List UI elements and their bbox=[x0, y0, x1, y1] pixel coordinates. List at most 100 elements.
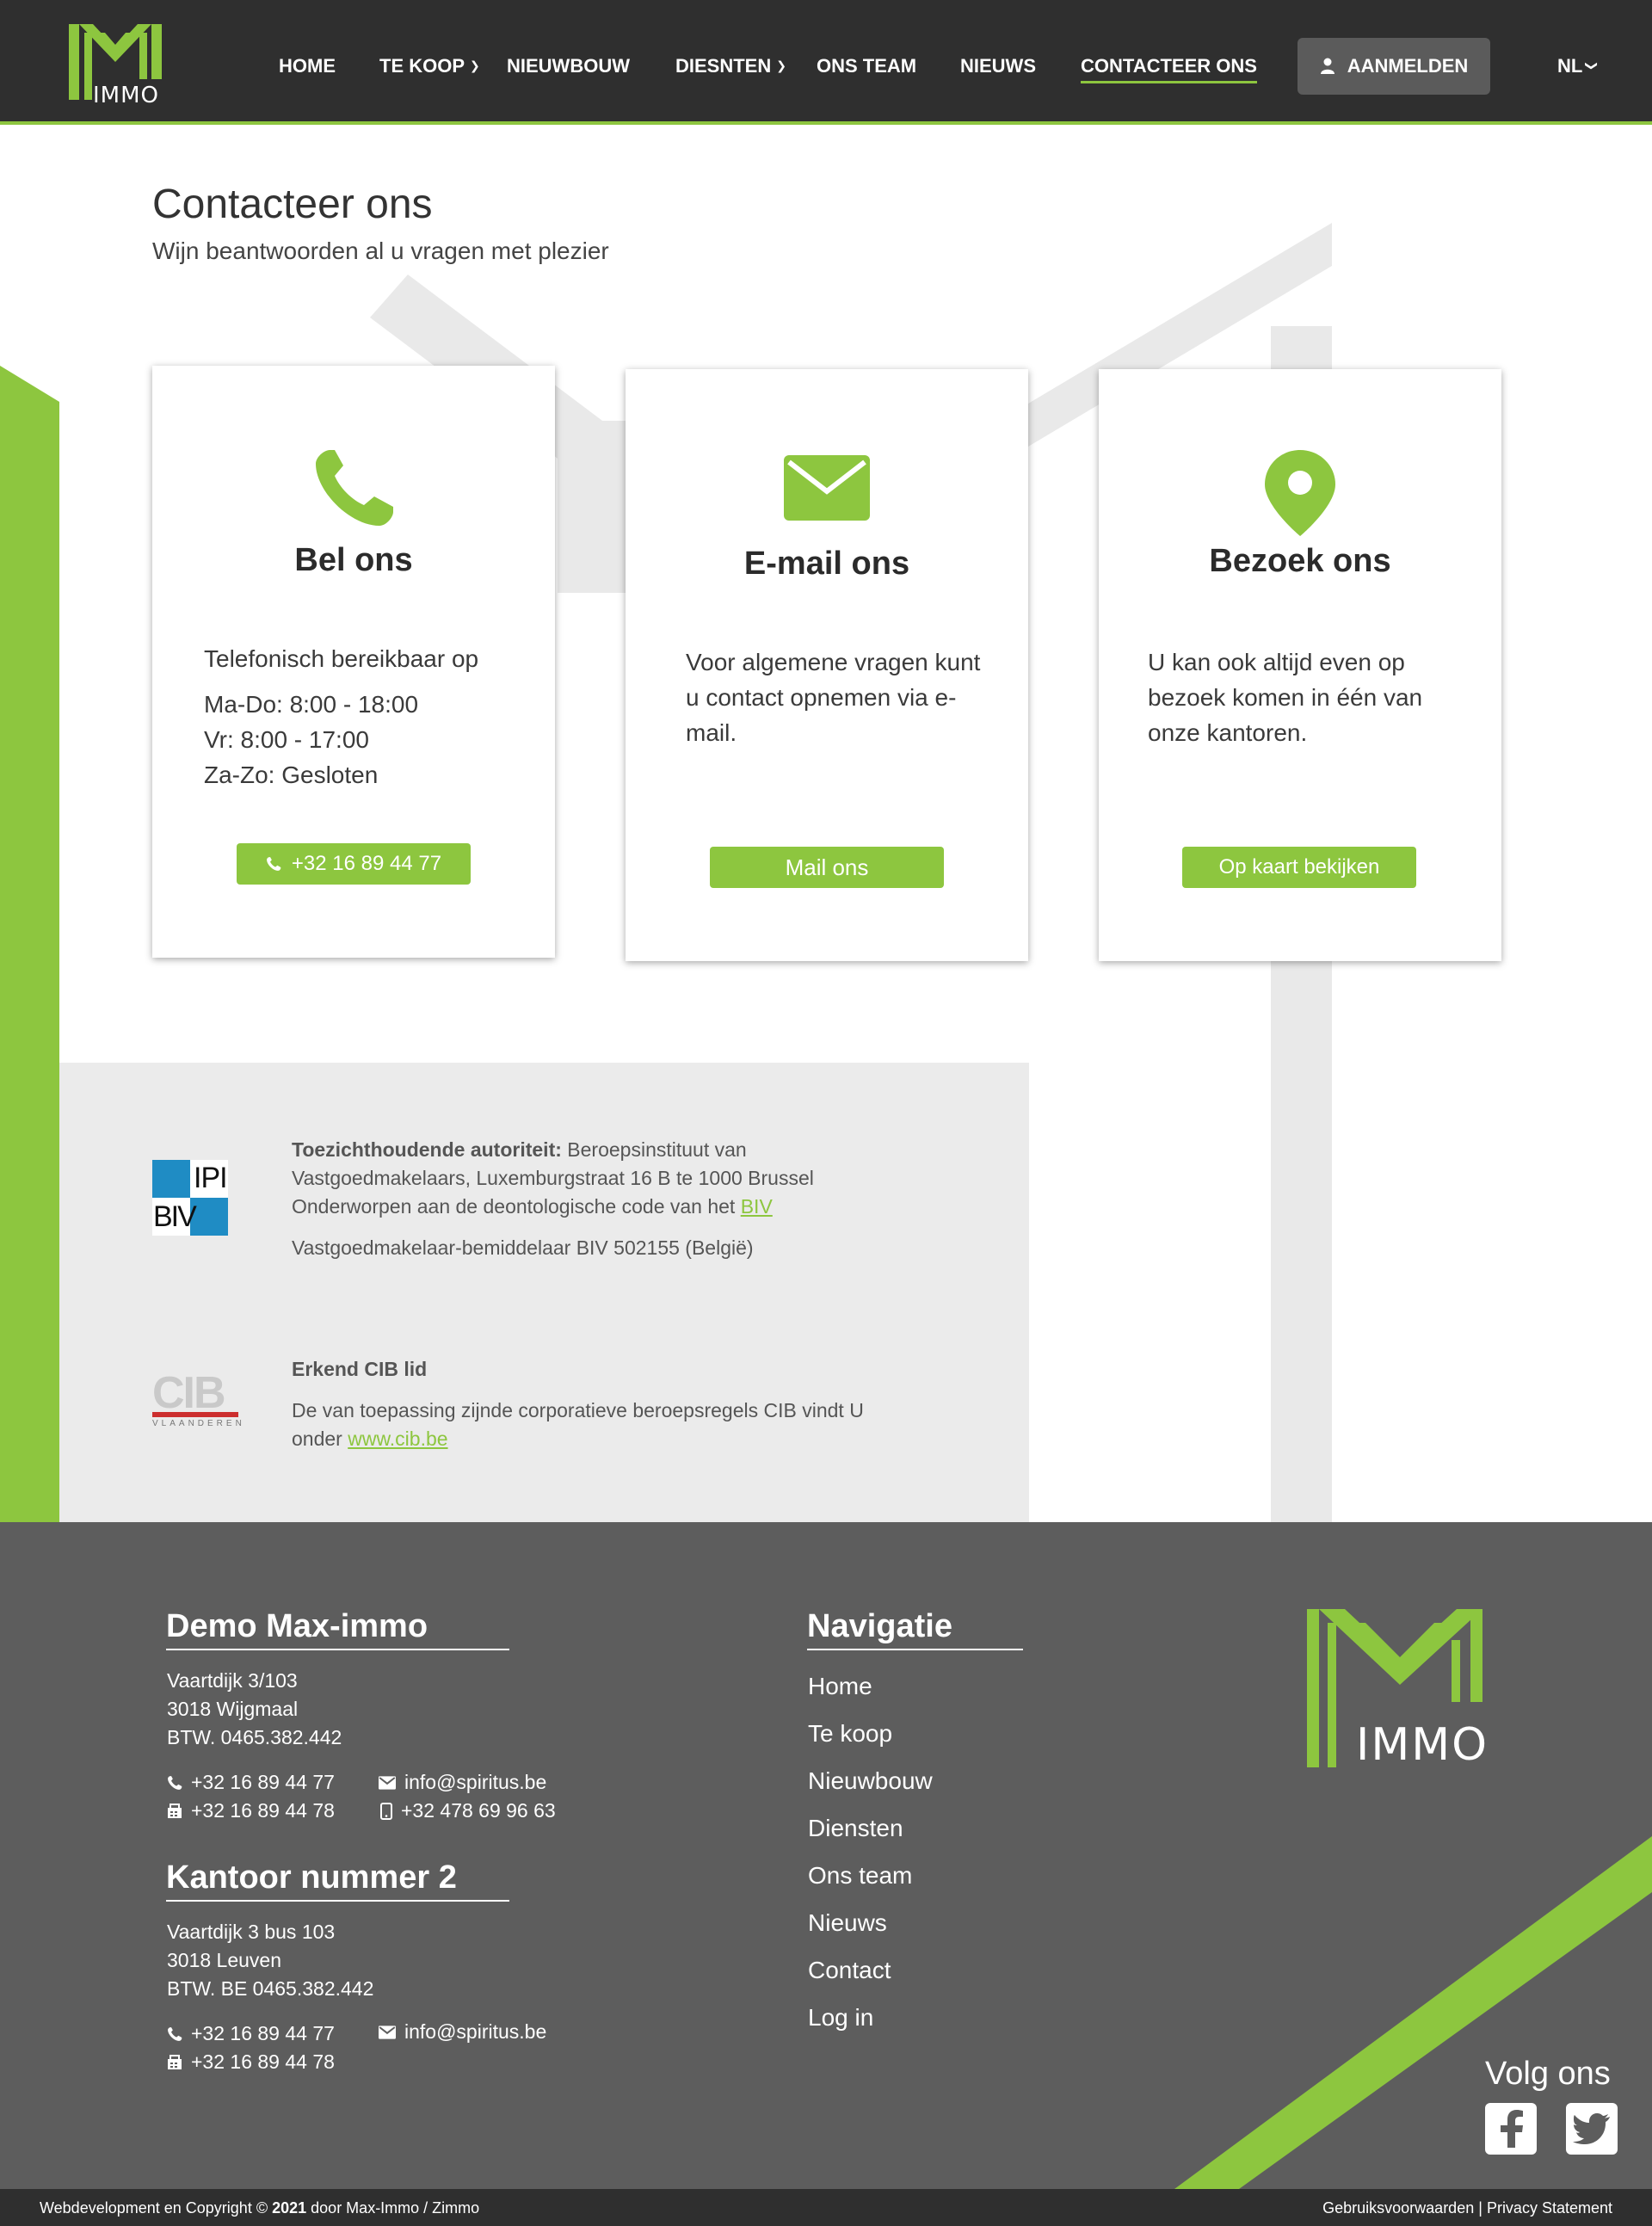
biv-deontology: Onderworpen aan de deontologische code v… bbox=[292, 1195, 736, 1218]
nav-te-koop-label: TE KOOP bbox=[379, 55, 465, 77]
card-call-hours: Ma-Do: 8:00 - 18:00 Vr: 8:00 - 17:00 Za-… bbox=[204, 687, 521, 792]
hours-weekend: Za-Zo: Gesloten bbox=[204, 762, 379, 788]
language-select[interactable]: NL ❯ bbox=[1557, 55, 1600, 77]
office1-address: Vaartdijk 3/103 3018 Wijgmaal BTW. 0465.… bbox=[167, 1667, 342, 1752]
hours-fri: Vr: 8:00 - 17:00 bbox=[204, 726, 369, 753]
nav-nieuwbouw[interactable]: NIEUWBOUW bbox=[507, 55, 630, 77]
office1-vat: BTW. 0465.382.442 bbox=[167, 1726, 342, 1748]
footer-link-contact[interactable]: Contact bbox=[808, 1957, 891, 1984]
phone-icon bbox=[168, 1775, 182, 1790]
footer-link-te-koop[interactable]: Te koop bbox=[808, 1720, 892, 1748]
cib-logo-sub: VLAANDEREN bbox=[152, 1419, 245, 1428]
card-email: E-mail ons Voor algemene vragen kunt u c… bbox=[626, 369, 1028, 961]
office2-street: Vaartdijk 3 bus 103 bbox=[167, 1921, 336, 1943]
login-button[interactable]: AANMELDEN bbox=[1298, 38, 1490, 95]
card-call-intro: Telefonisch bereikbaar op bbox=[204, 645, 479, 672]
biv-link[interactable]: BIV bbox=[741, 1195, 773, 1218]
office2-email-text: info@spiritus.be bbox=[404, 2020, 547, 2043]
office1-email[interactable]: info@spiritus.be bbox=[379, 1768, 546, 1797]
envelope-icon bbox=[379, 2025, 396, 2039]
biv-logo: IPI BIV bbox=[152, 1160, 228, 1240]
map-button-label: Op kaart bekijken bbox=[1218, 855, 1380, 879]
biv-label: Toezichthoudende autoriteit: bbox=[292, 1138, 562, 1161]
regulatory-section: IPI BIV Toezichthoudende autoriteit: Ber… bbox=[59, 1063, 1029, 1523]
hours-mon-thu: Ma-Do: 8:00 - 18:00 bbox=[204, 691, 419, 718]
cib-text: Erkend CIB lid De van toepassing zijnde … bbox=[292, 1355, 894, 1453]
biv-logo-text-2: BIV bbox=[153, 1200, 197, 1233]
nav-te-koop[interactable]: TE KOOP ❯ bbox=[379, 55, 480, 77]
office1-fax: +32 16 89 44 78 bbox=[167, 1797, 335, 1825]
chevron-down-icon: ❯ bbox=[1585, 60, 1600, 71]
footer-link-home[interactable]: Home bbox=[808, 1673, 872, 1700]
card-visit-body: U kan ook altijd even op bezoek komen in… bbox=[1148, 644, 1467, 750]
twitter-link[interactable] bbox=[1566, 2103, 1618, 2155]
copyright-prefix: Webdevelopment en Copyright © bbox=[40, 2199, 268, 2217]
footer-link-diensten[interactable]: Diensten bbox=[808, 1815, 903, 1842]
footer-link-nieuws[interactable]: Nieuws bbox=[808, 1909, 887, 1937]
office2-fax: +32 16 89 44 78 bbox=[167, 2048, 335, 2076]
follow-us-label: Volg ons bbox=[1485, 2056, 1611, 2092]
footer-link-nieuwbouw[interactable]: Nieuwbouw bbox=[808, 1767, 933, 1795]
facebook-link[interactable] bbox=[1485, 2103, 1537, 2155]
phone-icon bbox=[316, 450, 393, 526]
envelope-icon bbox=[784, 455, 870, 521]
call-button-label: +32 16 89 44 77 bbox=[291, 852, 442, 875]
mobile-icon bbox=[380, 1802, 392, 1820]
call-button[interactable]: +32 16 89 44 77 bbox=[237, 843, 471, 885]
office2-city: 3018 Leuven bbox=[167, 1949, 282, 1971]
office2-address: Vaartdijk 3 bus 103 3018 Leuven BTW. BE … bbox=[167, 1918, 373, 2003]
nav-contacteer-ons[interactable]: CONTACTEER ONS bbox=[1081, 55, 1257, 83]
footer-link-ons-team[interactable]: Ons team bbox=[808, 1862, 912, 1890]
nav-diensten-label: DIESNTEN bbox=[675, 55, 772, 77]
nav-nieuws[interactable]: NIEUWS bbox=[960, 55, 1036, 77]
nav-diensten[interactable]: DIESNTEN ❯ bbox=[675, 55, 786, 77]
card-visit-title: Bezoek ons bbox=[1209, 543, 1391, 579]
card-visit-text: U kan ook altijd even op bezoek komen in… bbox=[1148, 649, 1423, 746]
site-footer: Demo Max-immo Vaartdijk 3/103 3018 Wijgm… bbox=[0, 1522, 1652, 2189]
card-call: Bel ons Telefonisch bereikbaar op Ma-Do:… bbox=[152, 366, 555, 958]
card-call-body: Telefonisch bereikbaar op Ma-Do: 8:00 - … bbox=[204, 641, 521, 792]
envelope-icon bbox=[379, 1775, 396, 1790]
site-header: IMMO HOME TE KOOP ❯ NIEUWBOUW DIESNTEN ❯ O… bbox=[0, 0, 1652, 125]
chevron-down-icon: ❯ bbox=[470, 59, 480, 72]
map-pin-icon bbox=[1265, 450, 1335, 536]
nav-home[interactable]: HOME bbox=[279, 55, 336, 77]
nav-ons-team[interactable]: ONS TEAM bbox=[817, 55, 916, 77]
cib-logo-text: CIB bbox=[152, 1371, 238, 1417]
map-button[interactable]: Op kaart bekijken bbox=[1182, 847, 1416, 888]
twitter-icon bbox=[1573, 2113, 1610, 2144]
copyright-suffix: door Max-Immo / Zimmo bbox=[311, 2199, 480, 2217]
office1-street: Vaartdijk 3/103 bbox=[167, 1669, 298, 1692]
office1-email-text: info@spiritus.be bbox=[404, 1771, 547, 1793]
office2-phone[interactable]: +32 16 89 44 77 bbox=[167, 2019, 335, 2048]
office2-vat: BTW. BE 0465.382.442 bbox=[167, 1977, 374, 2000]
biv-registration: Vastgoedmakelaar-bemiddelaar BIV 502155 … bbox=[292, 1236, 754, 1259]
office2-title: Kantoor nummer 2 bbox=[166, 1859, 509, 1902]
terms-link[interactable]: Gebruiksvoorwaarden bbox=[1322, 2199, 1474, 2217]
facebook-icon bbox=[1501, 2110, 1523, 2148]
page-title: Contacteer ons bbox=[152, 182, 433, 227]
copyright-year: 2021 bbox=[272, 2199, 307, 2217]
copyright-bar: Webdevelopment en Copyright © 2021 door … bbox=[0, 2189, 1652, 2226]
login-label: AANMELDEN bbox=[1347, 55, 1469, 77]
mail-button-label: Mail ons bbox=[785, 854, 869, 880]
privacy-link[interactable]: Privacy Statement bbox=[1487, 2199, 1612, 2217]
card-visit: Bezoek ons U kan ook altijd even op bezo… bbox=[1099, 369, 1501, 961]
cib-link[interactable]: www.cib.be bbox=[348, 1427, 447, 1450]
cib-logo: CIB VLAANDEREN bbox=[152, 1371, 245, 1428]
office1-phone[interactable]: +32 16 89 44 77 bbox=[167, 1768, 335, 1797]
phone-icon bbox=[266, 857, 281, 871]
card-email-text: Voor algemene vragen kunt u contact opne… bbox=[686, 649, 981, 746]
footer-link-login[interactable]: Log in bbox=[808, 2004, 873, 2032]
office1-city: 3018 Wijgmaal bbox=[167, 1698, 299, 1720]
card-email-title: E-mail ons bbox=[743, 546, 910, 582]
chevron-down-icon: ❯ bbox=[776, 59, 786, 72]
office2-fax-text: +32 16 89 44 78 bbox=[191, 2050, 335, 2073]
user-icon bbox=[1320, 58, 1335, 74]
mail-button[interactable]: Mail ons bbox=[710, 847, 944, 888]
copyright-text: Webdevelopment en Copyright © 2021 door … bbox=[40, 2199, 479, 2217]
office1-mobile[interactable]: +32 478 69 96 63 bbox=[380, 1797, 556, 1825]
office2-email[interactable]: info@spiritus.be bbox=[379, 2018, 546, 2046]
cib-label: Erkend CIB lid bbox=[292, 1358, 428, 1380]
language-label: NL bbox=[1557, 55, 1583, 77]
